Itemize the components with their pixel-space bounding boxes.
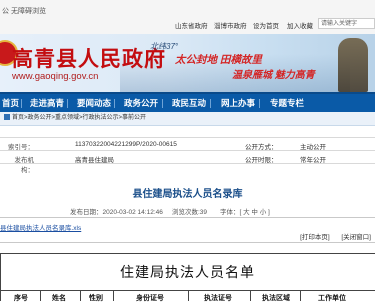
nav-separator	[114, 99, 115, 108]
header-index: 序号	[14, 295, 28, 302]
statue-image	[338, 38, 368, 92]
latitude-tag: 北纬37°	[150, 42, 179, 51]
nav-item-about[interactable]: 走进高青	[30, 94, 64, 112]
site-title[interactable]: 高青县人民政府	[12, 43, 166, 73]
top-utility-bar: 公 无障碍浏览 山东省政府 淄博市政府 设为首页 加入收藏 请输入关键字	[0, 0, 375, 35]
nav-separator	[67, 99, 68, 108]
breadcrumb-path[interactable]: 首页>政务公开>重点领域>行政执法公示>事前公开	[12, 115, 146, 121]
table-col-line	[188, 290, 189, 301]
site-url: www.gaoqing.gov.cn	[12, 71, 99, 82]
divider	[0, 242, 375, 243]
nav-separator	[21, 99, 22, 108]
info-row-bottom-border	[0, 163, 375, 177]
table-col-line	[250, 290, 251, 301]
nav-item-news[interactable]: 要闻动态	[77, 94, 111, 112]
document-title: 住建局执法人员名单	[120, 264, 255, 280]
article-title: 县住建局执法人员名录库	[132, 189, 243, 200]
article-tools: [打印本页] [关闭窗口]	[300, 231, 371, 241]
nav-separator	[162, 99, 163, 108]
header-work-unit: 工作单位	[318, 295, 346, 302]
table-col-line	[80, 290, 81, 301]
divider	[0, 217, 375, 218]
link-set-homepage[interactable]: 设为首页	[253, 20, 279, 30]
info-row-index: 索引号： 11370322004221299P/2020-00615 公开方式：…	[0, 137, 375, 151]
attachment-link[interactable]: 县住建局执法人员名录库.xls	[0, 222, 81, 232]
info-row-publisher: 发布机构： 高青县住建局 公开时限： 常年公开	[0, 150, 375, 174]
header-name: 姓名	[52, 295, 66, 302]
header-gender: 性别	[89, 295, 103, 302]
header-id-number: 身份证号	[136, 295, 164, 302]
link-add-favorite[interactable]: 加入收藏	[287, 20, 313, 30]
breadcrumb: 首页>政务公开>重点领域>行政执法公示>事前公开	[0, 112, 375, 126]
print-button[interactable]: [打印本页]	[300, 234, 330, 241]
slogan-1: 太公封地 田横故里	[175, 54, 262, 66]
publish-date: 发布日期：2020-03-02 14:12:46	[70, 209, 163, 216]
font-size-control[interactable]: 字体：[ 大 中 小 ]	[220, 206, 270, 216]
nav-separator	[259, 99, 260, 108]
personnel-list-table: 住建局执法人员名单 序号 姓名 性别 身份证号 执法证号 执法区域 工作单位	[0, 253, 375, 302]
nav-item-gov-affairs[interactable]: 政务公开	[124, 94, 158, 112]
view-count: 浏览次数:39	[172, 209, 208, 216]
slogan-2: 温泉雁城 魅力高青	[232, 70, 315, 81]
index-value: 11370322004221299P/2020-00615	[75, 141, 177, 148]
nav-item-online-service[interactable]: 网上办事	[221, 94, 255, 112]
link-zibo-gov[interactable]: 淄博市政府	[214, 20, 247, 30]
header-cert-number: 执法证号	[204, 295, 232, 302]
home-icon	[4, 114, 10, 121]
accessibility-link[interactable]: 公 无障碍浏览	[2, 6, 46, 16]
nav-item-home[interactable]: 首页	[2, 94, 19, 112]
header-region: 执法区域	[262, 295, 290, 302]
main-nav: 首页 走进高青 要闻动态 政务公开 政民互动 网上办事 专题专栏	[0, 92, 375, 112]
table-col-line	[40, 290, 41, 301]
site-banner: 高青县人民政府 www.gaoqing.gov.cn 北纬37° 太公封地 田横…	[0, 34, 375, 92]
table-col-line	[113, 290, 114, 301]
nav-item-interaction[interactable]: 政民互动	[172, 94, 206, 112]
link-shandong-gov[interactable]: 山东省政府	[175, 20, 208, 30]
nav-separator	[210, 99, 211, 108]
close-window-button[interactable]: [关闭窗口]	[341, 234, 371, 241]
nav-item-special[interactable]: 专题专栏	[270, 94, 304, 112]
search-input[interactable]: 请输入关键字	[318, 18, 375, 29]
table-col-line	[300, 290, 301, 301]
